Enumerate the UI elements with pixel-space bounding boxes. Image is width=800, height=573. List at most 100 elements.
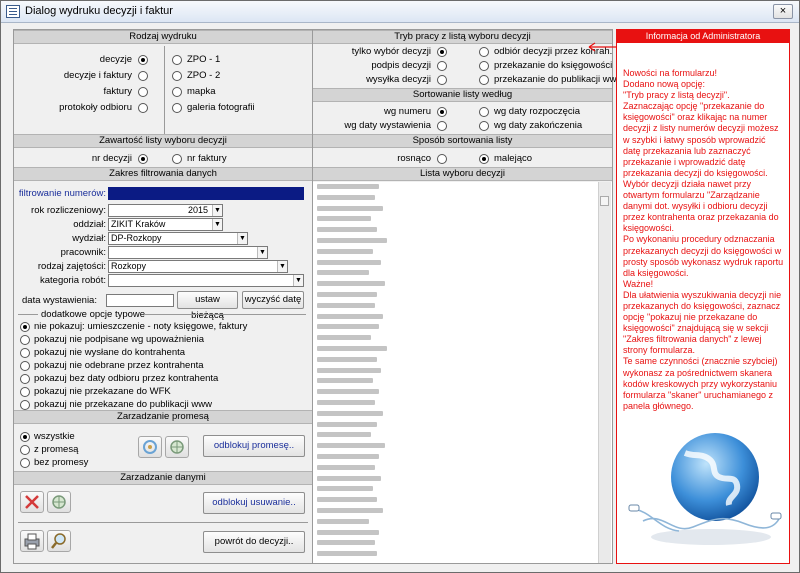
preview-button[interactable]	[47, 530, 71, 552]
rodzaj-decyzje-faktury-radio[interactable]	[138, 71, 148, 81]
tryb-publikacja-radio[interactable]	[479, 75, 489, 85]
opcja-radio[interactable]	[20, 335, 30, 345]
redacted-list-entry[interactable]	[317, 313, 383, 319]
rodzaj-option-label: ZPO - 2	[187, 70, 221, 81]
rodzaj-protokoly-radio[interactable]	[138, 103, 148, 113]
redacted-list-entry[interactable]	[317, 216, 371, 222]
kategoria-select[interactable]: ▼	[108, 274, 304, 287]
redacted-list-entry[interactable]	[317, 432, 371, 438]
refresh-button[interactable]	[138, 436, 162, 458]
rodzaj-option-label: protokoły odbioru	[59, 102, 132, 113]
redacted-list-entry[interactable]	[317, 378, 373, 384]
sort-numer-radio[interactable]	[437, 107, 447, 117]
sposob-malejaco-radio[interactable]	[479, 154, 489, 164]
redacted-list-entry[interactable]	[317, 367, 381, 373]
redacted-list-entry[interactable]	[317, 508, 383, 513]
redacted-list-entry[interactable]	[317, 551, 377, 557]
redacted-list-entry[interactable]	[317, 486, 373, 492]
redacted-list-entry[interactable]	[317, 356, 377, 362]
opcja-radio[interactable]	[20, 322, 30, 332]
tryb-wysylka-radio[interactable]	[437, 75, 447, 85]
tryb-odbior-radio[interactable]	[479, 47, 489, 57]
redacted-list-entry[interactable]	[317, 518, 369, 524]
print-button[interactable]	[20, 530, 44, 552]
promesa-option-label: wszystkie	[34, 431, 75, 442]
tryb-podpis-radio[interactable]	[437, 61, 447, 71]
opcja-label: pokazuj nie wysłane do kontrahenta	[34, 347, 186, 358]
powrot-button[interactable]: powrót do decyzji..	[203, 531, 305, 553]
redacted-list-entry[interactable]	[317, 259, 381, 265]
pracownik-label: pracownik:	[60, 247, 106, 258]
redacted-list-entry[interactable]	[317, 346, 387, 351]
redacted-list-entry[interactable]	[317, 302, 375, 308]
redacted-list-entry[interactable]	[317, 475, 381, 481]
redacted-list-entry[interactable]	[317, 443, 385, 449]
sort-data-wystawienia-radio[interactable]	[437, 121, 447, 131]
opcja-radio[interactable]	[20, 361, 30, 371]
opcja-radio[interactable]	[20, 387, 30, 397]
redacted-list-entry[interactable]	[317, 324, 379, 330]
redacted-list-entry[interactable]	[317, 464, 375, 470]
opcja-radio[interactable]	[20, 348, 30, 358]
sposob-rosnaco-radio[interactable]	[437, 154, 447, 164]
globe-button[interactable]	[47, 491, 71, 513]
redacted-list-entry[interactable]	[317, 335, 371, 341]
rodzaj-zpo1-radio[interactable]	[172, 55, 182, 65]
opcja-radio[interactable]	[20, 374, 30, 384]
odblokuj-promese-button[interactable]: odblokuj promesę..	[203, 435, 305, 457]
admin-info-panel: Informacja od Administratora Nowości na …	[616, 29, 790, 564]
rodzaj-decyzje-radio[interactable]	[138, 55, 148, 65]
pracownik-select[interactable]: ▼	[108, 246, 268, 259]
sort-data-rozpoczecia-radio[interactable]	[479, 107, 489, 117]
sortowanie-header: Sortowanie listy według	[313, 88, 612, 102]
kategoria-label: kategoria robót:	[39, 275, 106, 286]
redacted-list-entry[interactable]	[317, 194, 375, 200]
zawartosc-nr-faktury-radio[interactable]	[172, 154, 182, 164]
filter-numbers-input[interactable]	[108, 187, 304, 200]
delete-button[interactable]	[20, 491, 44, 513]
rodzaj-zpo2-radio[interactable]	[172, 71, 182, 81]
promesa-wszystkie-radio[interactable]	[20, 432, 30, 442]
rodzaj-galeria-radio[interactable]	[172, 103, 182, 113]
sort-data-zakonczenia-radio[interactable]	[479, 121, 489, 131]
ustaw-biezaca-button[interactable]: ustaw bieżącą	[177, 291, 238, 321]
globe-button[interactable]	[165, 436, 189, 458]
redacted-list-entry[interactable]	[317, 292, 377, 297]
zawartosc-nr-decyzji-radio[interactable]	[138, 154, 148, 164]
redacted-list-entry[interactable]	[317, 454, 379, 459]
redacted-list-entry[interactable]	[317, 205, 383, 211]
redacted-list-entry[interactable]	[317, 389, 379, 395]
redacted-list-entry[interactable]	[317, 270, 369, 276]
redacted-list-entry[interactable]	[317, 248, 373, 254]
redacted-list-entry[interactable]	[317, 497, 377, 503]
opcja-radio[interactable]	[20, 400, 30, 410]
odblokuj-usuwanie-button[interactable]: odblokuj usuwanie..	[203, 492, 305, 514]
redacted-list-entry[interactable]	[317, 227, 377, 233]
rok-select[interactable]: 2015 ▼	[108, 204, 223, 217]
wyczysc-date-button[interactable]: wyczyść datę	[242, 291, 304, 309]
promesa-bez-radio[interactable]	[20, 458, 30, 468]
oddzial-select[interactable]: ZIKIT Kraków ▼	[108, 218, 223, 231]
rodzaj-zajetosci-select[interactable]: Rozkopy ▼	[108, 260, 288, 273]
redacted-list-entry[interactable]	[317, 529, 379, 535]
redacted-list-entry[interactable]	[317, 238, 387, 243]
rodzaj-faktury-radio[interactable]	[138, 87, 148, 97]
rodzaj-mapka-radio[interactable]	[172, 87, 182, 97]
filter-label: filtrowanie numerów:	[18, 188, 106, 199]
close-button[interactable]: ×	[773, 4, 793, 19]
redacted-list-entry[interactable]	[317, 184, 379, 189]
tryb-wybor-radio[interactable]	[437, 47, 447, 57]
refresh-icon	[143, 440, 157, 454]
redacted-list-entry[interactable]	[317, 400, 375, 405]
promesa-z-radio[interactable]	[20, 445, 30, 455]
scroll-thumb[interactable]	[600, 196, 609, 206]
list-scrollbar[interactable]	[598, 182, 611, 563]
redacted-list-entry[interactable]	[317, 421, 377, 427]
redacted-list-entry[interactable]	[317, 410, 383, 416]
redacted-list-entry[interactable]	[317, 281, 385, 287]
data-wystawienia-input[interactable]	[106, 294, 174, 307]
redacted-list-entry[interactable]	[317, 540, 375, 546]
wydzial-select[interactable]: DP-Rozkopy ▼	[108, 232, 248, 245]
chevron-down-icon: ▼	[212, 219, 222, 230]
tryb-ksiegowosc-radio[interactable]	[479, 61, 489, 71]
